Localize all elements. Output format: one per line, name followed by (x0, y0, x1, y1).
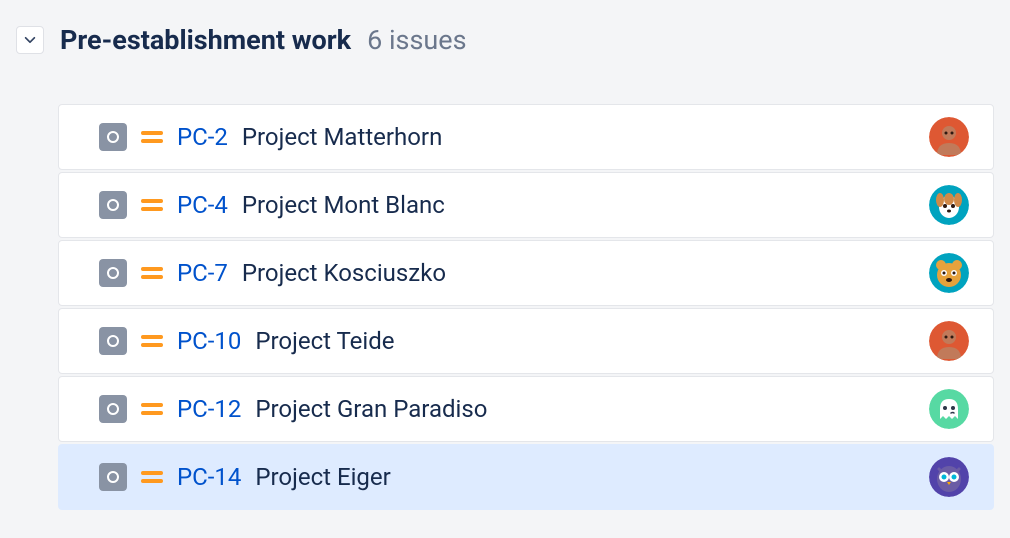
priority-icon (141, 131, 163, 143)
issue-title: Project Matterhorn (242, 123, 915, 151)
issue-row[interactable]: PC-2 Project Matterhorn (58, 104, 994, 170)
issue-count: 6 issues (367, 24, 466, 56)
issue-type-icon (99, 395, 127, 423)
issue-type-icon (99, 191, 127, 219)
issue-type-icon (99, 463, 127, 491)
assignee-avatar[interactable] (929, 321, 969, 361)
issue-row[interactable]: PC-7 Project Kosciuszko (58, 240, 994, 306)
issue-title: Project Mont Blanc (242, 191, 915, 219)
issue-title: Project Eiger (255, 463, 915, 491)
assignee-avatar[interactable] (929, 457, 969, 497)
chevron-down-icon (23, 33, 37, 47)
issue-key[interactable]: PC-12 (177, 395, 241, 423)
assignee-avatar[interactable] (929, 117, 969, 157)
issue-key[interactable]: PC-4 (177, 191, 228, 219)
issue-title: Project Gran Paradiso (255, 395, 915, 423)
issue-type-icon (99, 259, 127, 287)
issue-row[interactable]: PC-10 Project Teide (58, 308, 994, 374)
issue-row[interactable]: PC-4 Project Mont Blanc (58, 172, 994, 238)
collapse-toggle[interactable] (16, 26, 44, 54)
issue-type-icon (99, 327, 127, 355)
priority-icon (141, 267, 163, 279)
issue-key[interactable]: PC-14 (177, 463, 241, 491)
issue-key[interactable]: PC-7 (177, 259, 228, 287)
section-title: Pre-establishment work (60, 24, 351, 56)
priority-icon (141, 199, 163, 211)
issue-row[interactable]: PC-12 Project Gran Paradiso (58, 376, 994, 442)
issues-list: PC-2 Project Matterhorn PC-4 Project Mont B… (16, 104, 994, 510)
issue-title: Project Kosciuszko (242, 259, 915, 287)
priority-icon (141, 403, 163, 415)
issue-type-icon (99, 123, 127, 151)
priority-icon (141, 335, 163, 347)
assignee-avatar[interactable] (929, 185, 969, 225)
issue-row[interactable]: PC-14 Project Eiger (58, 444, 994, 510)
issue-title: Project Teide (255, 327, 915, 355)
assignee-avatar[interactable] (929, 253, 969, 293)
issue-key[interactable]: PC-10 (177, 327, 241, 355)
issue-key[interactable]: PC-2 (177, 123, 228, 151)
priority-icon (141, 471, 163, 483)
section-header: Pre-establishment work 6 issues (16, 24, 994, 56)
assignee-avatar[interactable] (929, 389, 969, 429)
